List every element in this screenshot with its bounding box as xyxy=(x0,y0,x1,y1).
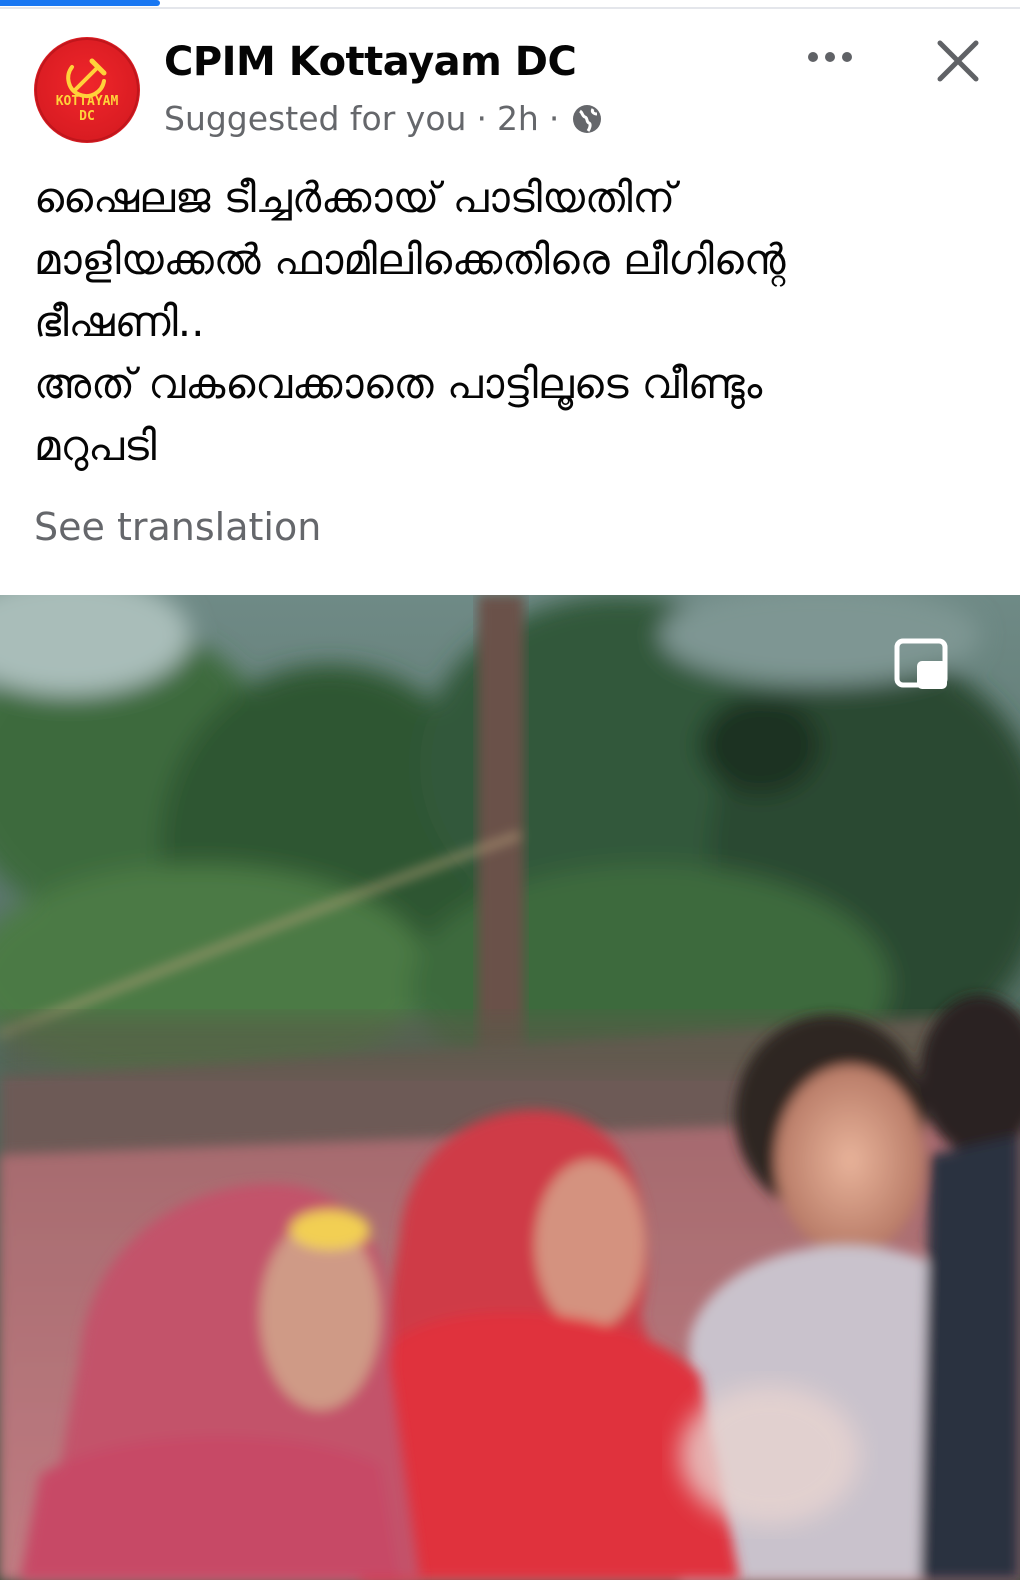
caption-line: ഭീഷണി.. xyxy=(34,297,205,346)
post-time-link[interactable]: 2h xyxy=(497,99,539,138)
see-translation-link[interactable]: See translation xyxy=(34,505,321,549)
close-icon[interactable] xyxy=(932,35,984,87)
post-header: KOTTAYAM DC CPIM Kottayam DC Suggested f… xyxy=(0,9,1020,159)
logo-text: DC xyxy=(79,109,95,124)
post-caption: ഷൈലജ ടീച്ചർക്കായ് പാടിയതിന് മാളിയക്കൽ ഫാ… xyxy=(34,167,984,477)
post-meta: Suggested for you · 2h · xyxy=(164,99,603,138)
video-frame xyxy=(0,595,1020,1580)
more-options-icon[interactable] xyxy=(800,37,860,77)
caption-line: മറുപടി xyxy=(34,421,157,470)
page-avatar[interactable]: KOTTAYAM DC xyxy=(34,37,140,143)
feed-post: KOTTAYAM DC CPIM Kottayam DC Suggested f… xyxy=(0,9,1020,1580)
suggested-label: Suggested for you xyxy=(164,99,467,138)
logo-text: KOTTAYAM xyxy=(55,94,119,109)
globe-icon xyxy=(571,103,603,135)
caption-line: ഷൈലജ ടീച്ചർക്കായ് പാടിയതിന് xyxy=(34,173,676,222)
hammer-sickle-icon xyxy=(35,38,139,142)
caption-line: അത് വകവെക്കാതെ പാട്ടിലൂടെ വീണ്ടും xyxy=(34,359,763,408)
caption-line: മാളിയക്കൽ ഫാമിലിക്കെതിരെ ലീഗിന്റെ xyxy=(34,235,786,284)
picture-in-picture-icon[interactable] xyxy=(892,635,952,695)
loading-progress-bar xyxy=(0,0,160,6)
video-player[interactable] xyxy=(0,595,1020,1580)
separator: · xyxy=(548,99,560,138)
page-name-link[interactable]: CPIM Kottayam DC xyxy=(164,39,577,85)
separator: · xyxy=(476,99,487,138)
